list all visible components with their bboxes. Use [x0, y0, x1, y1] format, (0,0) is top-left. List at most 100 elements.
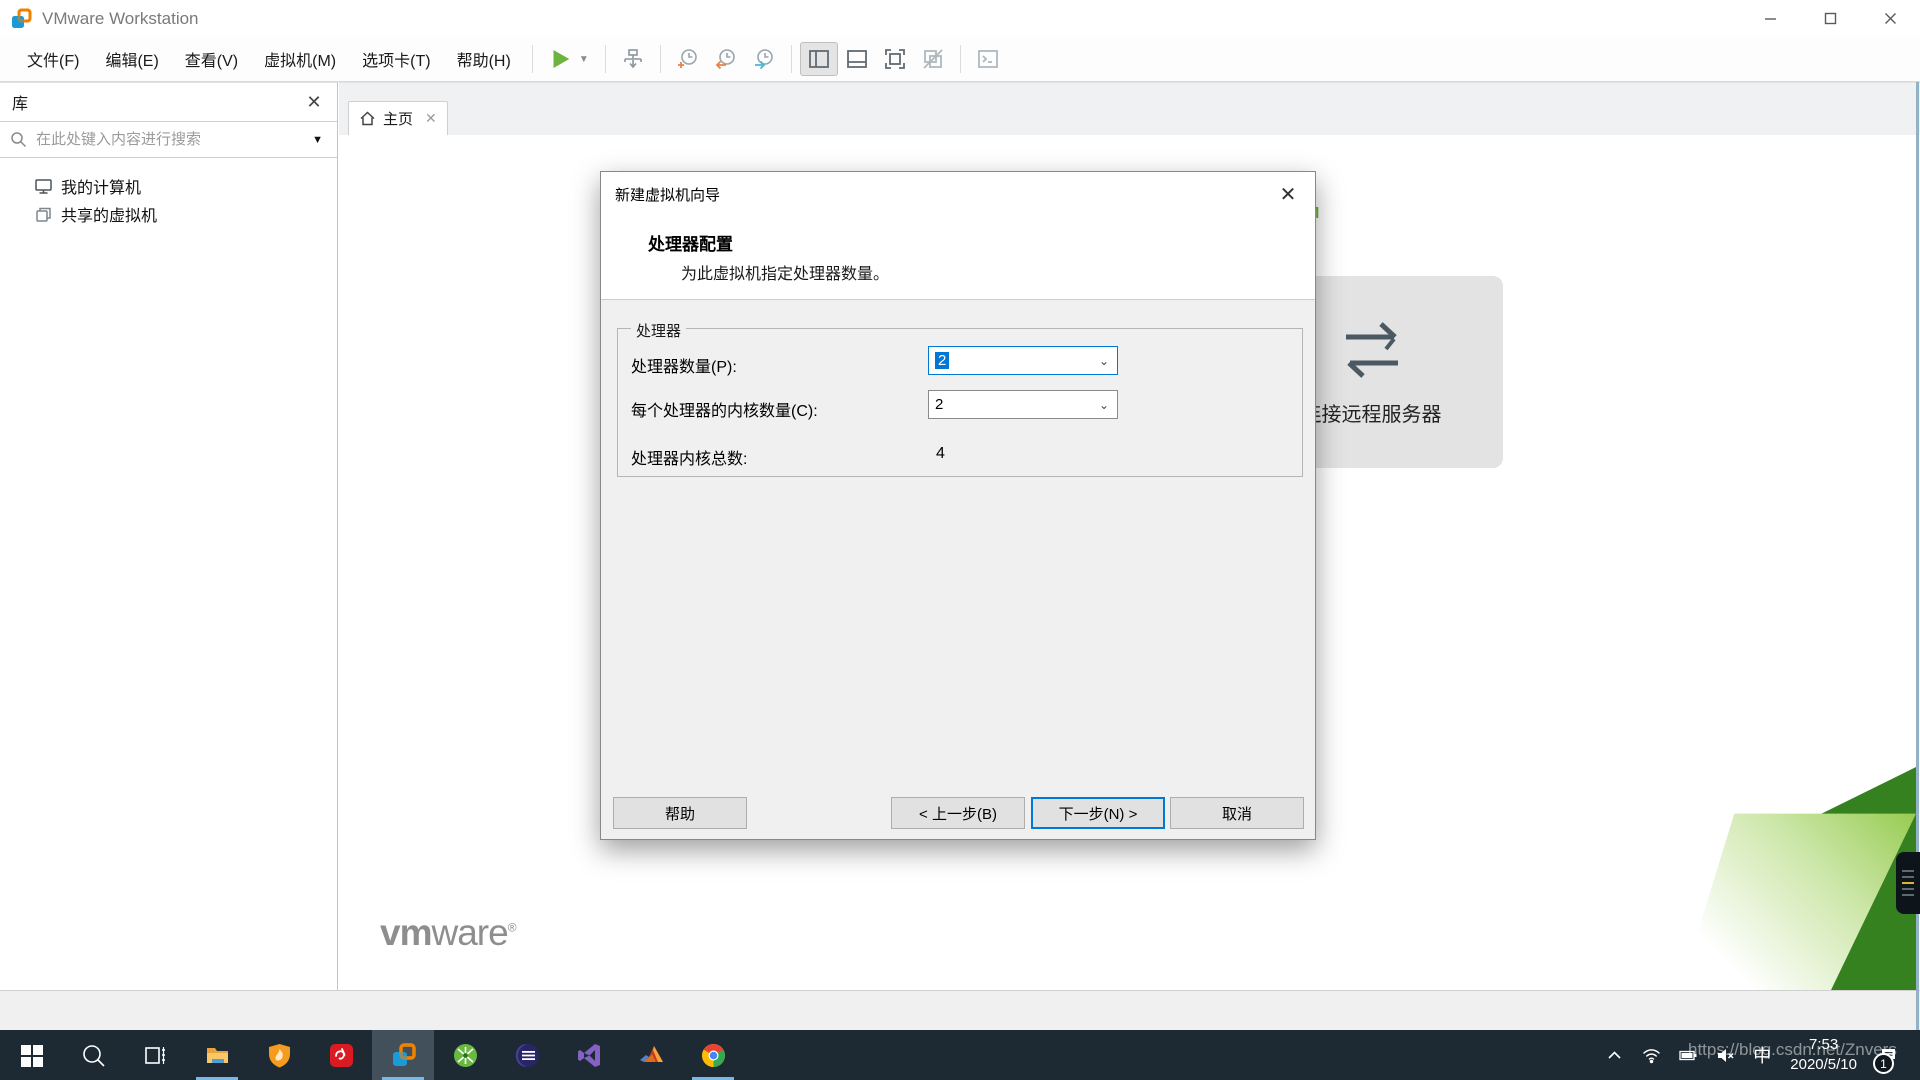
dialog-titlebar[interactable]: 新建虚拟机向导 ✕ — [601, 172, 1315, 216]
dialog-close-icon[interactable]: ✕ — [1275, 182, 1301, 207]
dialog-header: 处理器配置 为此虚拟机指定处理器数量。 — [601, 216, 1315, 300]
vmware-app-icon — [10, 8, 32, 30]
menubar: 文件(F) 编辑(E) 查看(V) 虚拟机(M) 选项卡(T) 帮助(H) ▼ — [0, 37, 1920, 82]
tree-item-shared-vms[interactable]: 共享的虚拟机 — [0, 200, 337, 228]
search-dropdown-caret[interactable]: ▼ — [308, 134, 327, 146]
dialog-title: 新建虚拟机向导 — [615, 184, 1275, 205]
tab-close-icon[interactable]: ✕ — [425, 110, 437, 127]
ime-indicator[interactable]: 中 — [1744, 1030, 1780, 1080]
window-title: VMware Workstation — [42, 9, 199, 29]
visual-studio-button[interactable] — [558, 1030, 620, 1080]
tab-home[interactable]: 主页 ✕ — [348, 101, 448, 135]
processor-count-value: 2 — [929, 352, 1091, 369]
eclipse-icon — [514, 1042, 541, 1069]
dialog-subheading: 为此虚拟机指定处理器数量。 — [681, 260, 889, 284]
power-on-button[interactable]: ▼ — [541, 42, 597, 76]
minimize-button[interactable] — [1740, 0, 1800, 37]
processor-count-label: 处理器数量(P): — [631, 353, 737, 377]
fullscreen-button[interactable] — [876, 42, 914, 76]
volume-muted-icon — [1716, 1046, 1735, 1065]
search-input[interactable] — [36, 131, 308, 148]
wifi-icon — [1642, 1046, 1661, 1065]
thumbnail-bar-icon — [845, 47, 869, 71]
chrome-button[interactable] — [682, 1030, 744, 1080]
start-button[interactable] — [0, 1030, 62, 1080]
screen-recorder-handle[interactable] — [1896, 852, 1920, 914]
library-title: 库 — [12, 90, 303, 114]
library-panel-icon — [807, 47, 831, 71]
tray-clock[interactable]: 7:53 2020/5/10 — [1780, 1035, 1867, 1075]
maximize-button[interactable] — [1800, 0, 1860, 37]
huorong-security-button[interactable] — [248, 1030, 310, 1080]
netease-music-button[interactable] — [310, 1030, 372, 1080]
task-view-icon — [142, 1042, 169, 1069]
taskbar-search-button[interactable] — [62, 1030, 124, 1080]
wifi-indicator[interactable] — [1633, 1030, 1670, 1080]
search-icon — [10, 131, 27, 148]
send-ctrl-alt-del-button[interactable] — [614, 42, 652, 76]
vmware-workstation-button[interactable] — [372, 1030, 434, 1080]
unity-mode-button[interactable] — [914, 42, 952, 76]
cores-per-processor-label: 每个处理器的内核数量(C): — [631, 397, 818, 421]
chevron-up-icon — [1605, 1046, 1624, 1065]
tray-time: 7:53 — [1790, 1035, 1857, 1055]
dialog-heading: 处理器配置 — [648, 230, 733, 255]
tab-home-label: 主页 — [383, 108, 413, 129]
processor-count-select[interactable]: 2 ⌄ — [928, 346, 1118, 375]
windows-logo-icon — [18, 1042, 45, 1069]
connect-card-label: 连接远程服务器 — [1302, 398, 1442, 427]
battery-indicator[interactable] — [1670, 1030, 1707, 1080]
library-close-icon[interactable]: ✕ — [303, 92, 325, 113]
cores-per-processor-value: 2 — [929, 396, 1091, 413]
revert-snapshot-button[interactable] — [707, 42, 745, 76]
next-button[interactable]: 下一步(N) > — [1031, 797, 1165, 829]
chrome-icon — [700, 1042, 727, 1069]
menu-tabs[interactable]: 选项卡(T) — [349, 41, 443, 77]
eclipse-button[interactable] — [496, 1030, 558, 1080]
menu-edit[interactable]: 编辑(E) — [92, 41, 171, 77]
play-dropdown-caret[interactable]: ▼ — [579, 54, 589, 65]
status-bar — [0, 990, 1920, 1030]
security-shield-icon — [266, 1042, 293, 1069]
chevron-down-icon[interactable]: ⌄ — [1091, 398, 1117, 412]
close-button[interactable] — [1860, 0, 1920, 37]
show-thumbnail-bar-button[interactable] — [838, 42, 876, 76]
tab-strip: 主页 ✕ — [339, 82, 1920, 135]
console-view-button[interactable] — [969, 42, 1007, 76]
tray-date: 2020/5/10 — [1790, 1055, 1857, 1075]
netease-music-icon — [328, 1042, 355, 1069]
tree-item-my-computer[interactable]: 我的计算机 — [0, 172, 337, 200]
chevron-down-icon[interactable]: ⌄ — [1091, 354, 1117, 368]
take-snapshot-button[interactable] — [669, 42, 707, 76]
library-panel: 库 ✕ ▼ 我的计算机 共享的虚拟机 — [0, 82, 338, 990]
action-center-button[interactable]: 1 — [1867, 1030, 1910, 1080]
tray-expand-button[interactable] — [1596, 1030, 1633, 1080]
computer-icon — [34, 177, 53, 196]
titlebar: VMware Workstation — [0, 0, 1920, 37]
cores-per-processor-select[interactable]: 2 ⌄ — [928, 390, 1118, 419]
cancel-button[interactable]: 取消 — [1170, 797, 1304, 829]
search-icon — [80, 1042, 107, 1069]
snapshot-manager-icon — [752, 47, 776, 71]
system-tray: 中 7:53 2020/5/10 1 — [1596, 1030, 1920, 1080]
snapshot-manager-button[interactable] — [745, 42, 783, 76]
library-search: ▼ — [0, 121, 337, 158]
connect-arrows-icon — [1336, 318, 1408, 384]
menu-view[interactable]: 查看(V) — [172, 41, 251, 77]
menu-vm[interactable]: 虚拟机(M) — [251, 41, 349, 77]
file-explorer-button[interactable] — [186, 1030, 248, 1080]
home-icon — [359, 110, 376, 127]
volume-muted-indicator[interactable] — [1707, 1030, 1744, 1080]
menu-help[interactable]: 帮助(H) — [444, 41, 524, 77]
back-button[interactable]: < 上一步(B) — [891, 797, 1025, 829]
toolbar-separator — [791, 45, 792, 73]
snapshot-revert-icon — [714, 47, 738, 71]
show-library-button[interactable] — [800, 42, 838, 76]
matlab-button[interactable] — [620, 1030, 682, 1080]
task-view-button[interactable] — [124, 1030, 186, 1080]
menu-file[interactable]: 文件(F) — [14, 41, 92, 77]
toolbar-separator — [660, 45, 661, 73]
help-button[interactable]: 帮助 — [613, 797, 747, 829]
play-icon — [549, 47, 573, 71]
android-studio-button[interactable] — [434, 1030, 496, 1080]
